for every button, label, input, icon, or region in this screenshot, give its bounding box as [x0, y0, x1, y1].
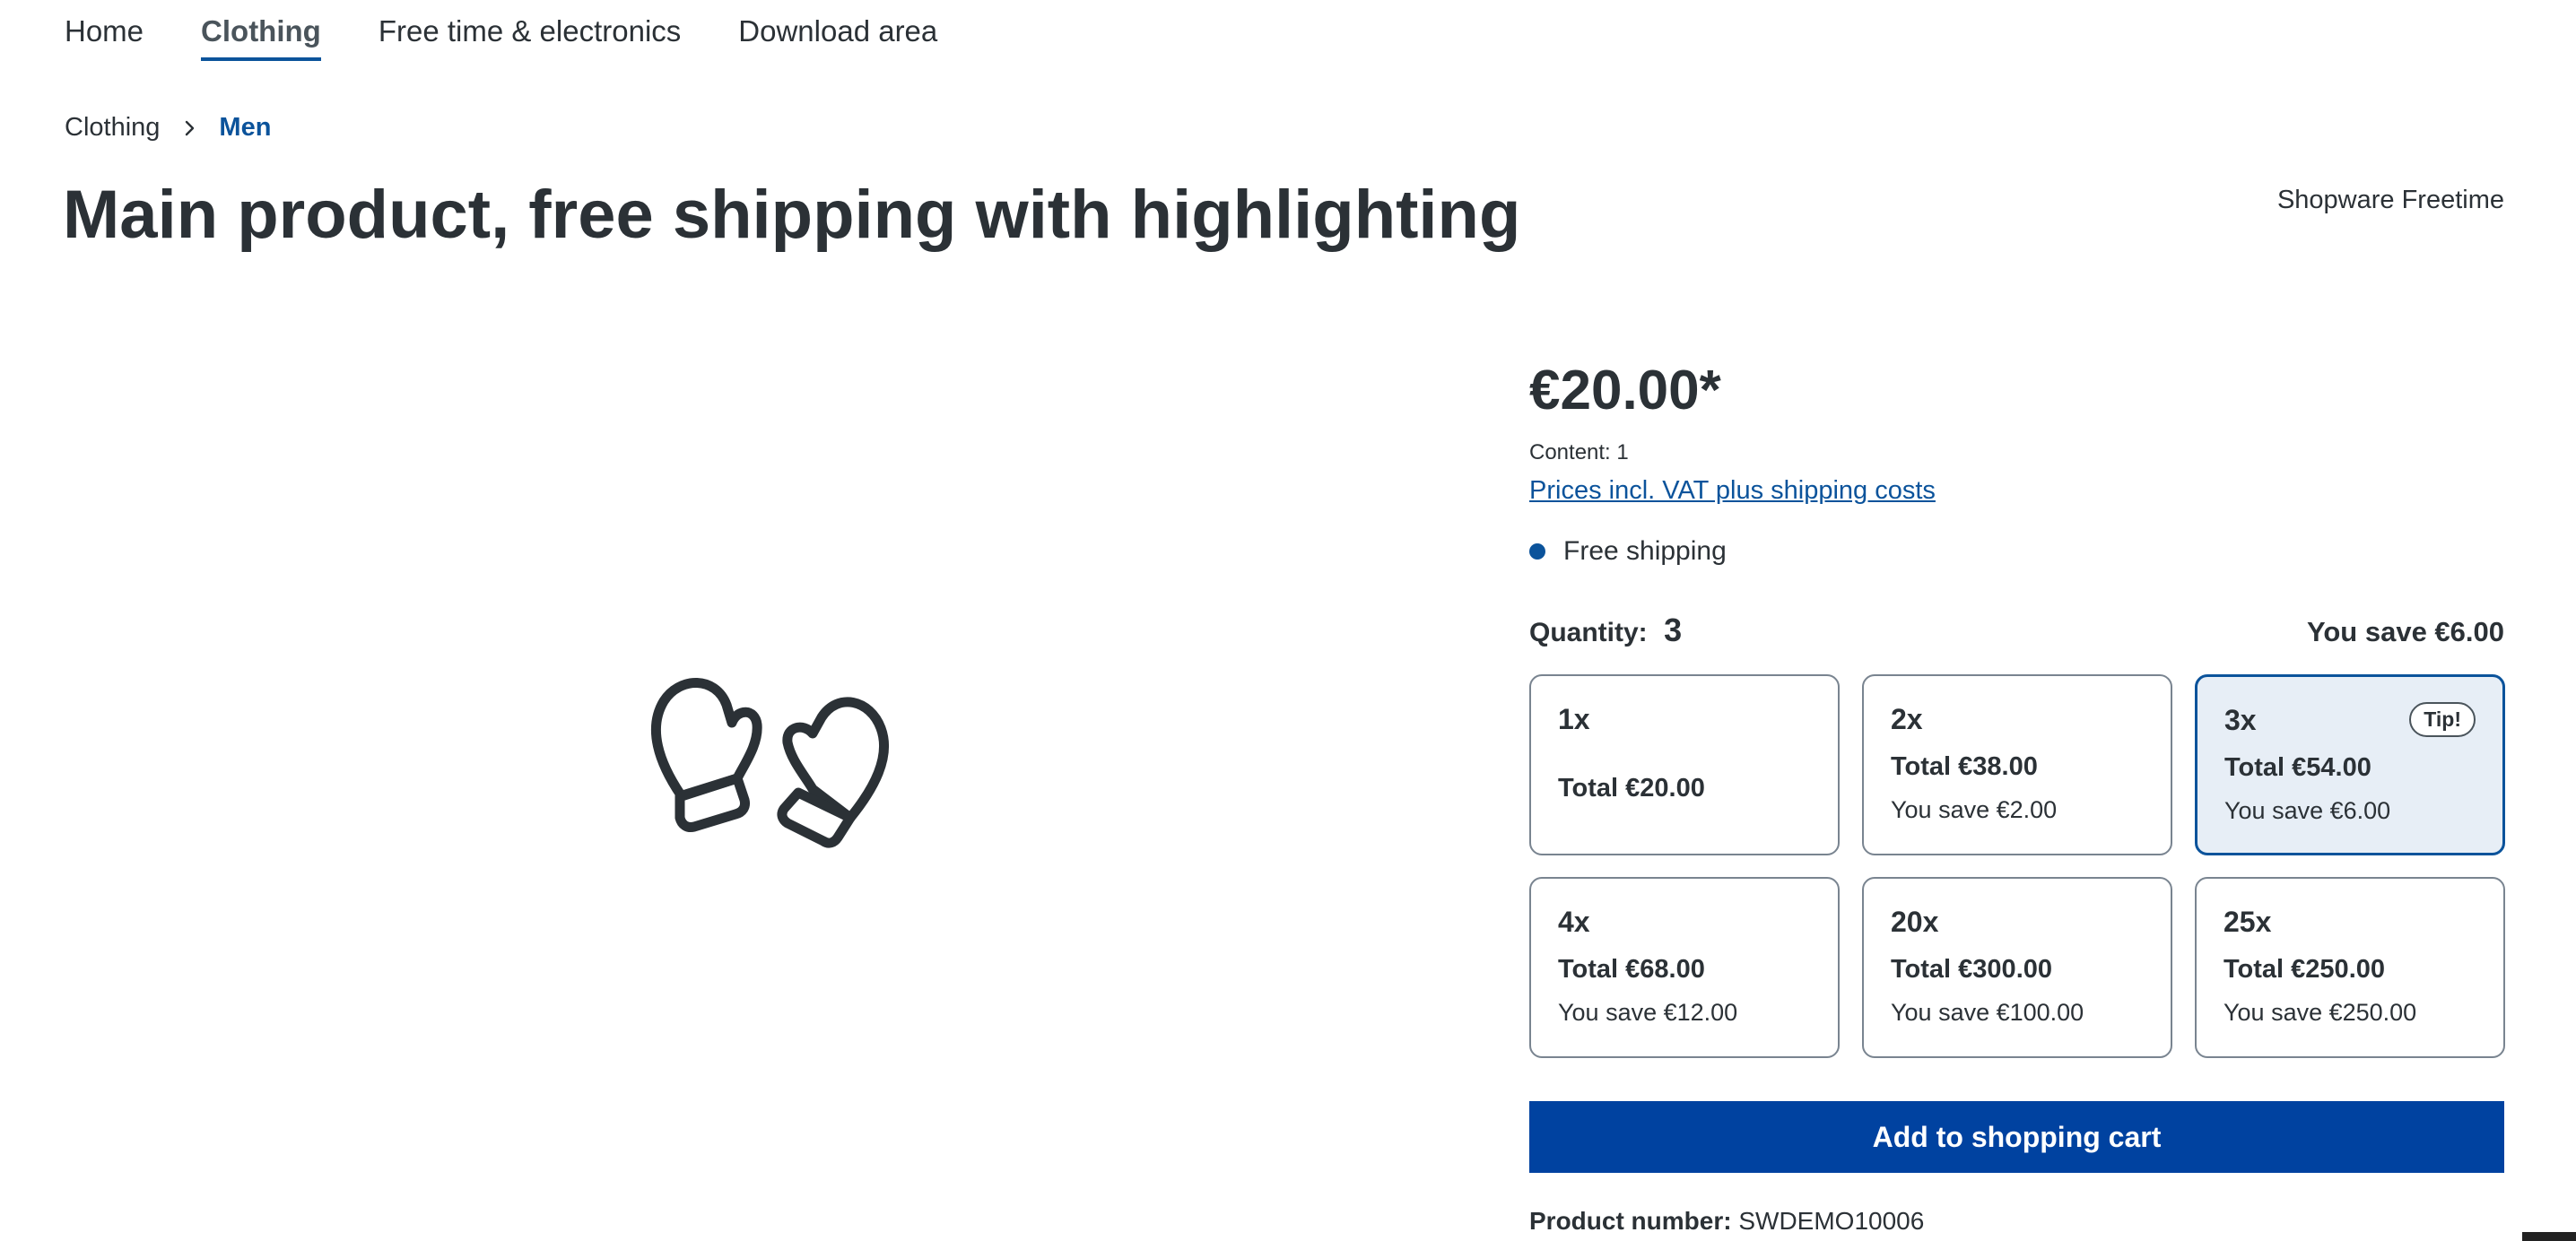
tip-badge: Tip!	[2409, 702, 2476, 737]
tier-savings: You save €2.00	[1891, 796, 2058, 823]
tax-shipping-link[interactable]: Prices incl. VAT plus shipping costs	[1529, 476, 1936, 506]
tier-total: Total €54.00	[2224, 753, 2371, 782]
price-tier-grid: 1x Total €20.00 2x Total €38.00 You save…	[1529, 674, 2505, 1058]
tier-quantity: 1x	[1558, 703, 1590, 735]
product-number-label: Product number:	[1529, 1207, 1732, 1235]
delivery-information: Free shipping	[1529, 536, 2504, 567]
price-tier-20x[interactable]: 20x Total €300.00 You save €100.00	[1862, 877, 2172, 1058]
chevron-right-icon	[186, 120, 195, 135]
price-tier-3x[interactable]: 3x Tip! Total €54.00 You save €6.00	[2195, 674, 2505, 855]
tier-savings: You save €12.00	[1558, 999, 1738, 1026]
price-tier-4x[interactable]: 4x Total €68.00 You save €12.00	[1529, 877, 1840, 1058]
product-number: Product number: SWDEMO10006	[1529, 1207, 2504, 1236]
main-navigation: Home Clothing Free time & electronics Do…	[65, 0, 937, 65]
breadcrumb: Clothing Men	[65, 113, 271, 143]
quantity-savings: You save €6.00	[2306, 616, 2504, 647]
product-content: Content: 1	[1529, 440, 1629, 464]
tier-savings: You save €100.00	[1891, 999, 2084, 1026]
product-gallery	[65, 341, 1464, 1148]
breadcrumb-item-men[interactable]: Men	[219, 113, 271, 143]
nav-item-download-area[interactable]: Download area	[738, 0, 937, 61]
nav-item-free-time-electronics[interactable]: Free time & electronics	[379, 0, 681, 61]
tier-total: Total €20.00	[1558, 774, 1705, 803]
price-tier-1x[interactable]: 1x Total €20.00	[1529, 674, 1840, 855]
tier-total: Total €300.00	[1891, 955, 2053, 984]
tier-quantity: 2x	[1891, 703, 1923, 735]
tier-savings: You save €250.00	[2224, 999, 2417, 1026]
manufacturer-link[interactable]: Shopware Freetime	[2277, 186, 2504, 215]
quantity-display: Quantity: 3	[1529, 612, 1682, 649]
add-to-cart-button[interactable]: Add to shopping cart	[1529, 1101, 2504, 1173]
tier-total: Total €250.00	[2224, 955, 2386, 984]
product-price: €20.00*	[1529, 360, 1721, 421]
tier-savings: You save €6.00	[2224, 797, 2391, 824]
quantity-row: Quantity: 3 You save €6.00	[1529, 612, 2504, 649]
price-tier-2x[interactable]: 2x Total €38.00 You save €2.00	[1862, 674, 2172, 855]
quantity-value: 3	[1664, 612, 1683, 648]
product-number-value: SWDEMO10006	[1738, 1207, 1925, 1235]
tier-quantity: 25x	[2224, 906, 2272, 938]
delivery-status-text: Free shipping	[1563, 536, 1727, 566]
tier-quantity: 20x	[1891, 906, 1939, 938]
nav-item-clothing[interactable]: Clothing	[201, 0, 321, 61]
quantity-label: Quantity:	[1529, 618, 1648, 647]
tier-quantity: 4x	[1558, 906, 1590, 938]
product-title: Main product, free shipping with highlig…	[63, 177, 1521, 253]
buy-box: €20.00* Content: 1 Prices incl. VAT plus…	[1529, 359, 2505, 1236]
breadcrumb-item-clothing[interactable]: Clothing	[65, 113, 160, 143]
delivery-status-dot-icon	[1529, 543, 1545, 560]
tier-total: Total €68.00	[1558, 955, 1705, 984]
price-tier-25x[interactable]: 25x Total €250.00 You save €250.00	[2195, 877, 2505, 1058]
page-corner-edge	[2522, 1232, 2576, 1241]
mittens-icon	[650, 678, 890, 848]
nav-item-home[interactable]: Home	[65, 0, 144, 61]
tier-total: Total €38.00	[1891, 752, 2038, 781]
